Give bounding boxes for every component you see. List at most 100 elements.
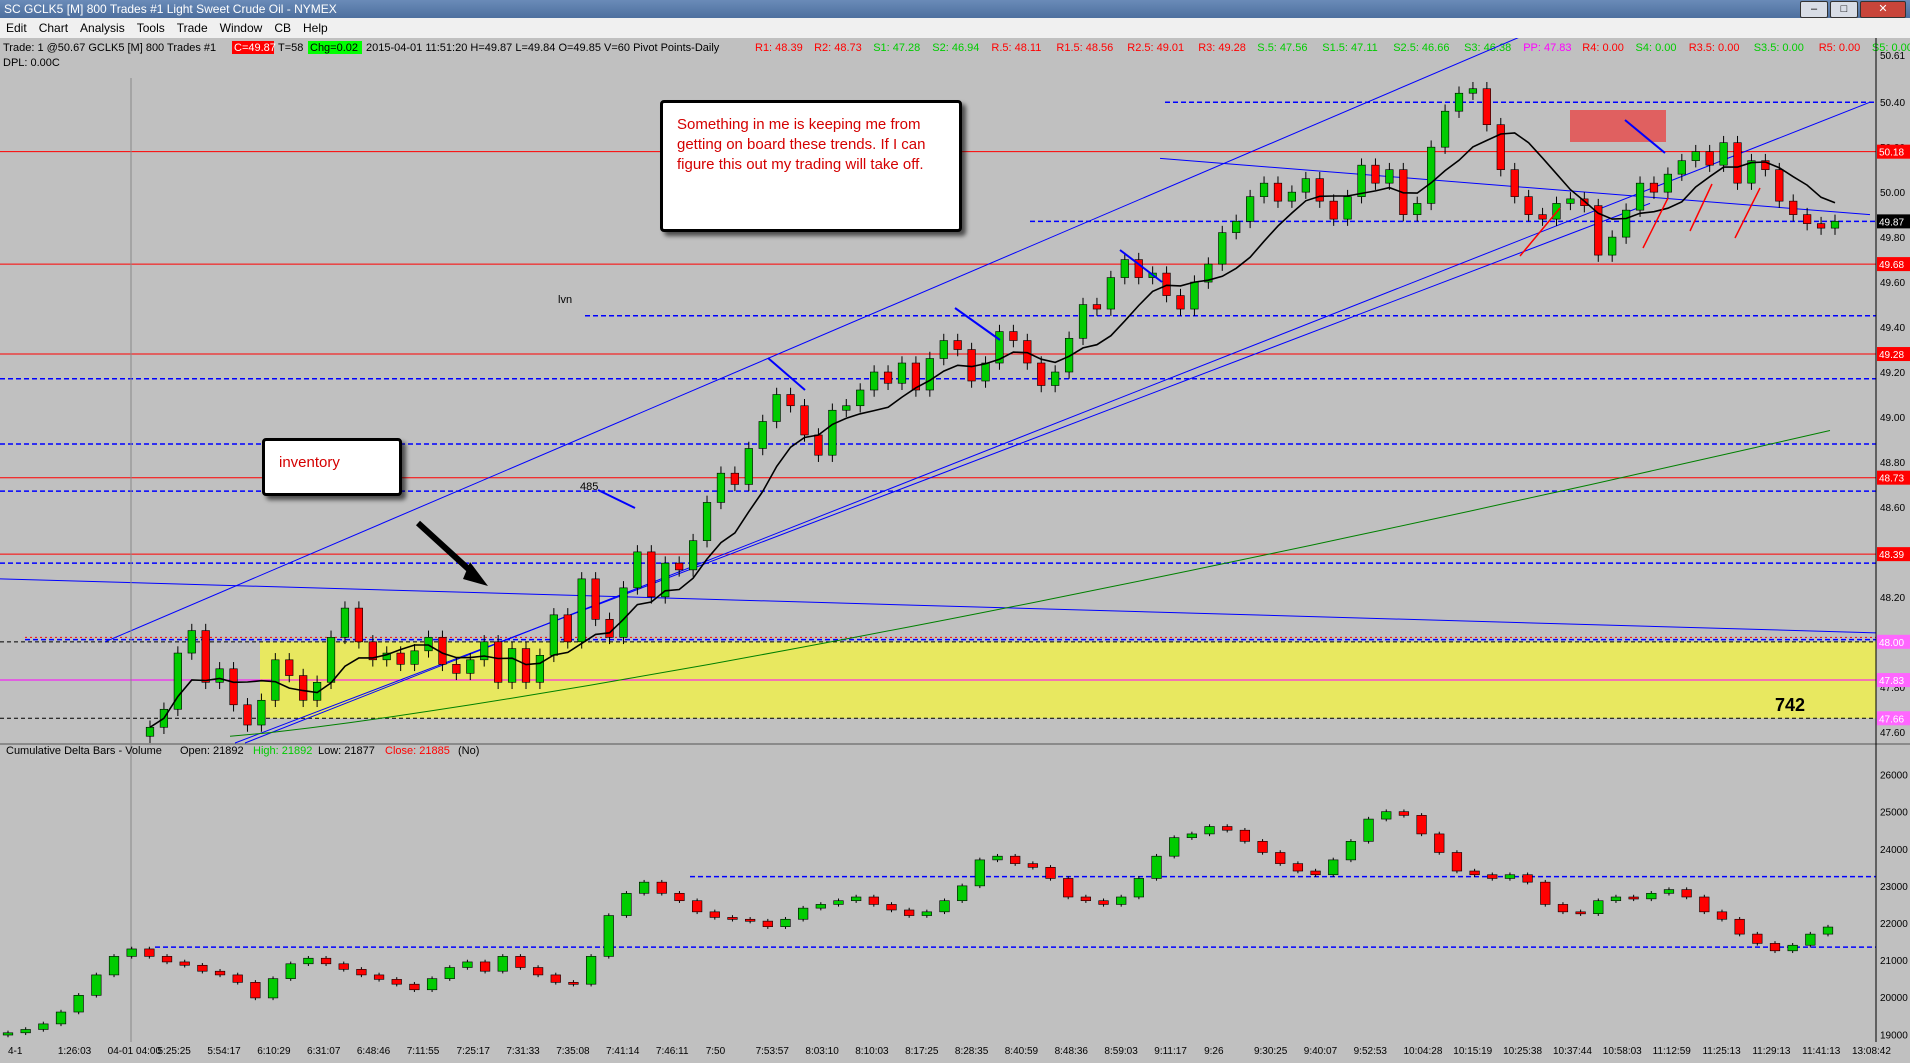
delta-bar — [391, 979, 402, 985]
menu-tools[interactable]: Tools — [131, 18, 171, 35]
delta-bar — [373, 974, 385, 980]
candle — [1343, 196, 1352, 220]
delta-bar — [462, 961, 473, 968]
price-badge-label: 48.00 — [1879, 638, 1904, 649]
time-tick: 1:26:03 — [58, 1046, 92, 1057]
delta-bar — [1451, 852, 1463, 872]
price-badge-label: 49.87 — [1879, 217, 1904, 228]
delta-bar — [1275, 852, 1286, 864]
delta-tick: 19000 — [1880, 1030, 1908, 1041]
delta-bar — [1027, 863, 1038, 868]
delta-bar — [780, 918, 791, 927]
price-tick: 49.60 — [1880, 278, 1905, 289]
lvn-label: lvn — [558, 294, 572, 306]
time-tick: 7:31:33 — [506, 1046, 540, 1057]
delta-bar — [1080, 896, 1091, 902]
candle — [1190, 281, 1199, 310]
delta-bar — [1204, 826, 1215, 835]
candle — [1775, 169, 1784, 202]
delta-bar — [1522, 874, 1533, 883]
delta-bar — [1787, 944, 1798, 952]
delta-bar — [886, 904, 897, 911]
delta-bar — [762, 920, 773, 927]
pivot-label: R5: 0.00 — [1819, 42, 1861, 54]
chart-area[interactable]: Trade: 1 @50.67 GCLK5 [M] 800 Trades #1 … — [0, 34, 1910, 1058]
time-tick: 7:25:17 — [457, 1046, 491, 1057]
price-tick: 49.20 — [1880, 368, 1905, 379]
time-tick: 7:41:14 — [606, 1046, 640, 1057]
menu-trade[interactable]: Trade — [171, 18, 214, 35]
delta-bar — [197, 964, 208, 972]
menu-analysis[interactable]: Analysis — [74, 18, 131, 35]
pivot-label: R2: 48.73 — [814, 42, 862, 54]
delta-bar — [20, 1029, 31, 1034]
delta-bar — [1469, 870, 1480, 876]
time-tick: 7:11:55 — [407, 1046, 440, 1057]
price-tick: 50.61 — [1880, 51, 1905, 62]
delta-bar — [1151, 855, 1162, 879]
delta-bar — [2, 1032, 14, 1036]
candle — [1677, 160, 1686, 175]
candle — [285, 659, 294, 676]
delta-bar — [126, 948, 137, 957]
time-tick: 10:37:44 — [1553, 1046, 1592, 1057]
pivot-label: S1.5: 47.11 — [1322, 42, 1377, 54]
price-tick: 47.60 — [1880, 728, 1905, 739]
delta-bar — [1699, 896, 1710, 913]
delta-bar — [1504, 874, 1516, 879]
time-axis: 4-1 1:26:03 04-01 04:005:25:25 5:54:17 6:10:… — [0, 1042, 1910, 1058]
delta-bar — [904, 909, 915, 916]
candle — [856, 389, 865, 407]
candle — [1051, 371, 1060, 386]
price-tick: 48.20 — [1880, 593, 1905, 604]
delta-bar — [1257, 841, 1268, 853]
delta-bar — [585, 956, 597, 985]
minimize-button[interactable]: – — [1800, 1, 1828, 18]
menu-help[interactable]: Help — [297, 18, 334, 35]
menu-cb[interactable]: CB — [268, 18, 297, 35]
candle — [424, 637, 433, 652]
menu-window[interactable]: Window — [214, 18, 269, 35]
candle — [145, 726, 155, 737]
price-badge-label: 49.28 — [1879, 350, 1904, 361]
maximize-button[interactable]: □ — [1830, 1, 1858, 18]
candle — [1482, 88, 1491, 125]
delta-bar — [745, 918, 756, 922]
menu-bar: Edit Chart Analysis Tools Trade Window CB Help — [0, 18, 1910, 39]
price-badge-label: 47.66 — [1879, 714, 1904, 725]
time-tick: 7:46:11 — [656, 1046, 689, 1057]
candle — [605, 619, 614, 638]
menu-edit[interactable]: Edit — [0, 18, 33, 35]
candle — [1162, 272, 1171, 296]
candle — [675, 562, 684, 571]
candle — [1830, 221, 1840, 229]
pivot-label: S.5: 47.56 — [1257, 42, 1307, 54]
close-button[interactable]: ✕ — [1860, 1, 1906, 18]
time-tick: 9:52:53 — [1354, 1046, 1388, 1057]
candle — [647, 551, 656, 598]
time-tick: 8:10:03 — [855, 1046, 889, 1057]
delta-bar — [727, 917, 738, 920]
delta-bar — [1822, 926, 1834, 935]
time-tick: 11:29:13 — [1752, 1046, 1791, 1057]
candle — [953, 340, 962, 350]
candle — [1468, 88, 1478, 94]
candle — [1691, 151, 1700, 161]
header-ohlc: 2015-04-01 11:51:20 H=49.87 L=49.84 O=49… — [366, 42, 720, 54]
time-tick: 5:54:17 — [207, 1046, 241, 1057]
delta-tick: 24000 — [1880, 845, 1908, 856]
candle — [507, 648, 517, 683]
menu-chart[interactable]: Chart — [33, 18, 74, 35]
delta-high: High: 21892 — [253, 745, 312, 757]
delta-tick: 26000 — [1880, 771, 1908, 782]
delta-bar — [55, 1011, 67, 1025]
delta-bar — [1133, 878, 1144, 898]
delta-bar — [921, 911, 932, 916]
candle — [521, 648, 531, 683]
delta-bar — [692, 900, 703, 913]
delta-bar — [833, 900, 844, 905]
candle — [1454, 92, 1464, 112]
delta-bar — [1557, 904, 1569, 913]
window-title: SC GCLK5 [M] 800 Trades #1 Light Sweet C… — [4, 2, 337, 16]
delta-bar — [639, 881, 650, 894]
